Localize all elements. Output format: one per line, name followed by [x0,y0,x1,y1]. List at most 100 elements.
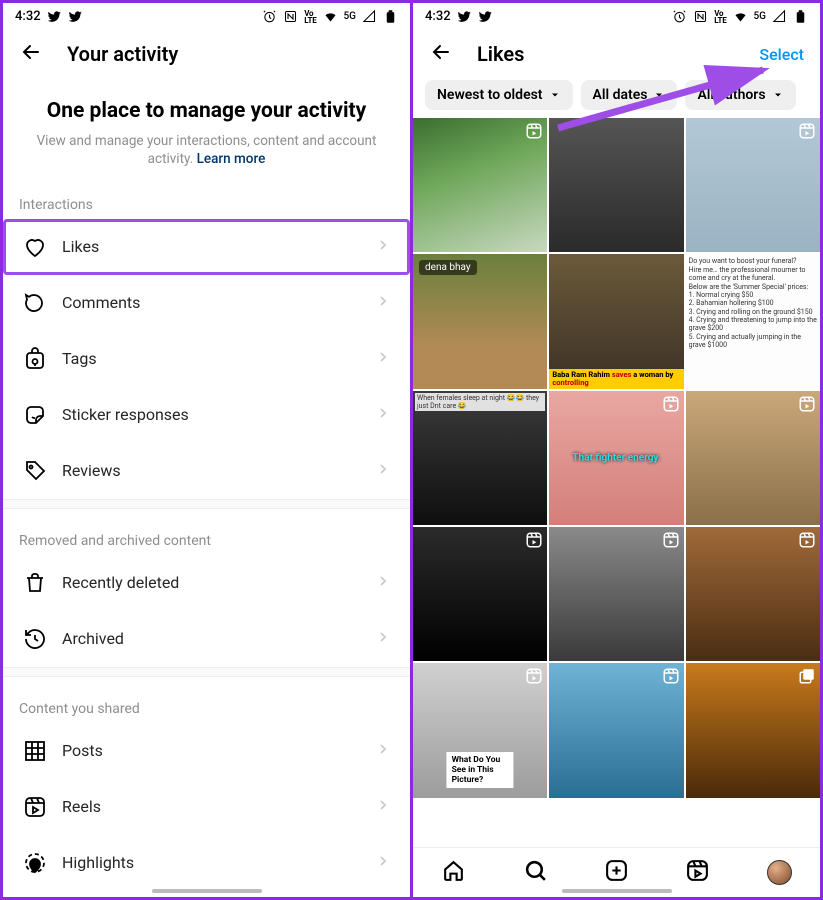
grid-tile[interactable] [686,527,820,661]
row-tags[interactable]: Tags [3,331,410,387]
header: Likes Select [413,26,820,80]
row-label: Posts [62,741,375,760]
reel-badge-icon [662,531,680,553]
chevron-down-icon [653,89,665,101]
select-button[interactable]: Select [759,45,804,64]
section-shared-label: Content you shared [3,677,410,723]
tile-caption: Baba Ram Rahim saves a woman by controll… [549,369,683,389]
grid-tile[interactable] [413,527,547,661]
carousel-badge-icon [798,667,816,689]
learn-more-link[interactable]: Learn more [197,151,266,167]
row-reels[interactable]: Reels [3,779,410,835]
grid-tile[interactable]: That fighter energy. [549,391,683,525]
reel-badge-icon [798,531,816,553]
nav-create[interactable] [604,858,629,887]
twitter-icon [68,9,83,24]
row-comments[interactable]: Comments [3,275,410,331]
row-recently-deleted[interactable]: Recently deleted [3,555,410,611]
grid-tile[interactable] [549,663,683,797]
grid-tile[interactable] [686,118,820,252]
network-label: 5G [754,11,767,22]
back-button[interactable] [429,40,453,68]
chip-authors[interactable]: All authors [685,80,795,110]
grid-tile[interactable] [413,118,547,252]
chevron-right-icon [375,293,391,313]
grid-tile[interactable]: When females sleep at night 😂😂 they just… [413,391,547,525]
row-highlights[interactable]: Highlights [3,835,410,891]
grid-tile[interactable]: dena bhay [413,254,547,388]
row-label: Sticker responses [62,405,375,424]
status-bar: 4:32 VoLTE 5G [413,3,820,26]
home-indicator [152,889,262,893]
comment-icon [22,291,48,315]
row-stickers[interactable]: Sticker responses [3,387,410,443]
wifi-icon [323,9,338,24]
heart-icon [22,235,48,259]
tag-icon [22,347,48,371]
chevron-down-icon [772,89,784,101]
row-label: Comments [62,293,375,312]
nfc-icon [283,9,298,24]
twitter-icon [47,9,62,24]
header: Your activity [3,26,410,80]
nav-reels[interactable] [685,858,710,887]
grid-tile[interactable] [549,118,683,252]
filter-chips: Newest to oldest All dates All authors [413,80,820,118]
reel-badge-icon [662,395,680,417]
row-archived[interactable]: Archived [3,611,410,667]
row-label: Likes [62,237,375,256]
reels-icon [22,795,48,819]
tile-name-tag: dena bhay [419,260,477,275]
chevron-right-icon [375,629,391,649]
tile-caption: What Do You See in This Picture? [447,752,514,788]
chevron-down-icon [549,89,561,101]
tile-text: Do you want to boost your funeral? Hire … [689,257,817,349]
signal-icon [362,9,377,24]
volte-icon: VoLTE [304,10,316,24]
twitter-icon [457,9,472,24]
row-label: Reviews [62,461,375,480]
back-button[interactable] [19,40,43,68]
reel-badge-icon [798,122,816,144]
reel-badge-icon [662,667,680,689]
row-posts[interactable]: Posts [3,723,410,779]
row-likes[interactable]: Likes [3,219,410,275]
likes-grid[interactable]: dena bhay Baba Ram Rahim saves a woman by… [413,118,820,897]
chevron-right-icon [375,853,391,873]
grid-tile[interactable]: Do you want to boost your funeral? Hire … [686,254,820,388]
chip-dates[interactable]: All dates [581,80,678,110]
history-icon [22,627,48,651]
chevron-right-icon [375,405,391,425]
nav-profile[interactable] [767,860,792,885]
grid-tile[interactable] [686,663,820,797]
row-label: Archived [62,629,375,648]
nav-search[interactable] [523,858,548,887]
chevron-right-icon [375,741,391,761]
nav-home[interactable] [441,858,466,887]
page-title: Likes [477,42,759,66]
highlight-icon [22,851,48,875]
tile-caption: When females sleep at night 😂😂 they just… [415,393,545,411]
alarm-icon [262,9,277,24]
row-label: Highlights [62,853,375,872]
reel-badge-icon [798,395,816,417]
chip-sort[interactable]: Newest to oldest [425,80,573,110]
row-label: Recently deleted [62,573,375,592]
row-label: Tags [62,349,375,368]
volte-icon: VoLTE [714,10,726,24]
grid-tile[interactable]: What Do You See in This Picture? [413,663,547,797]
hero-title: One place to manage your activity [33,98,380,124]
chevron-right-icon [375,237,391,257]
network-label: 5G [344,11,357,22]
reel-badge-icon [525,531,543,553]
status-bar: 4:32 VoLTE 5G [3,3,410,26]
signal-icon [772,9,787,24]
page-title: Your activity [67,42,394,66]
row-reviews[interactable]: Reviews [3,443,410,499]
pricetag-icon [22,459,48,483]
grid-tile[interactable] [686,391,820,525]
chevron-right-icon [375,797,391,817]
grid-tile[interactable]: Baba Ram Rahim saves a woman by controll… [549,254,683,388]
grid-tile[interactable] [549,527,683,661]
alarm-icon [672,9,687,24]
